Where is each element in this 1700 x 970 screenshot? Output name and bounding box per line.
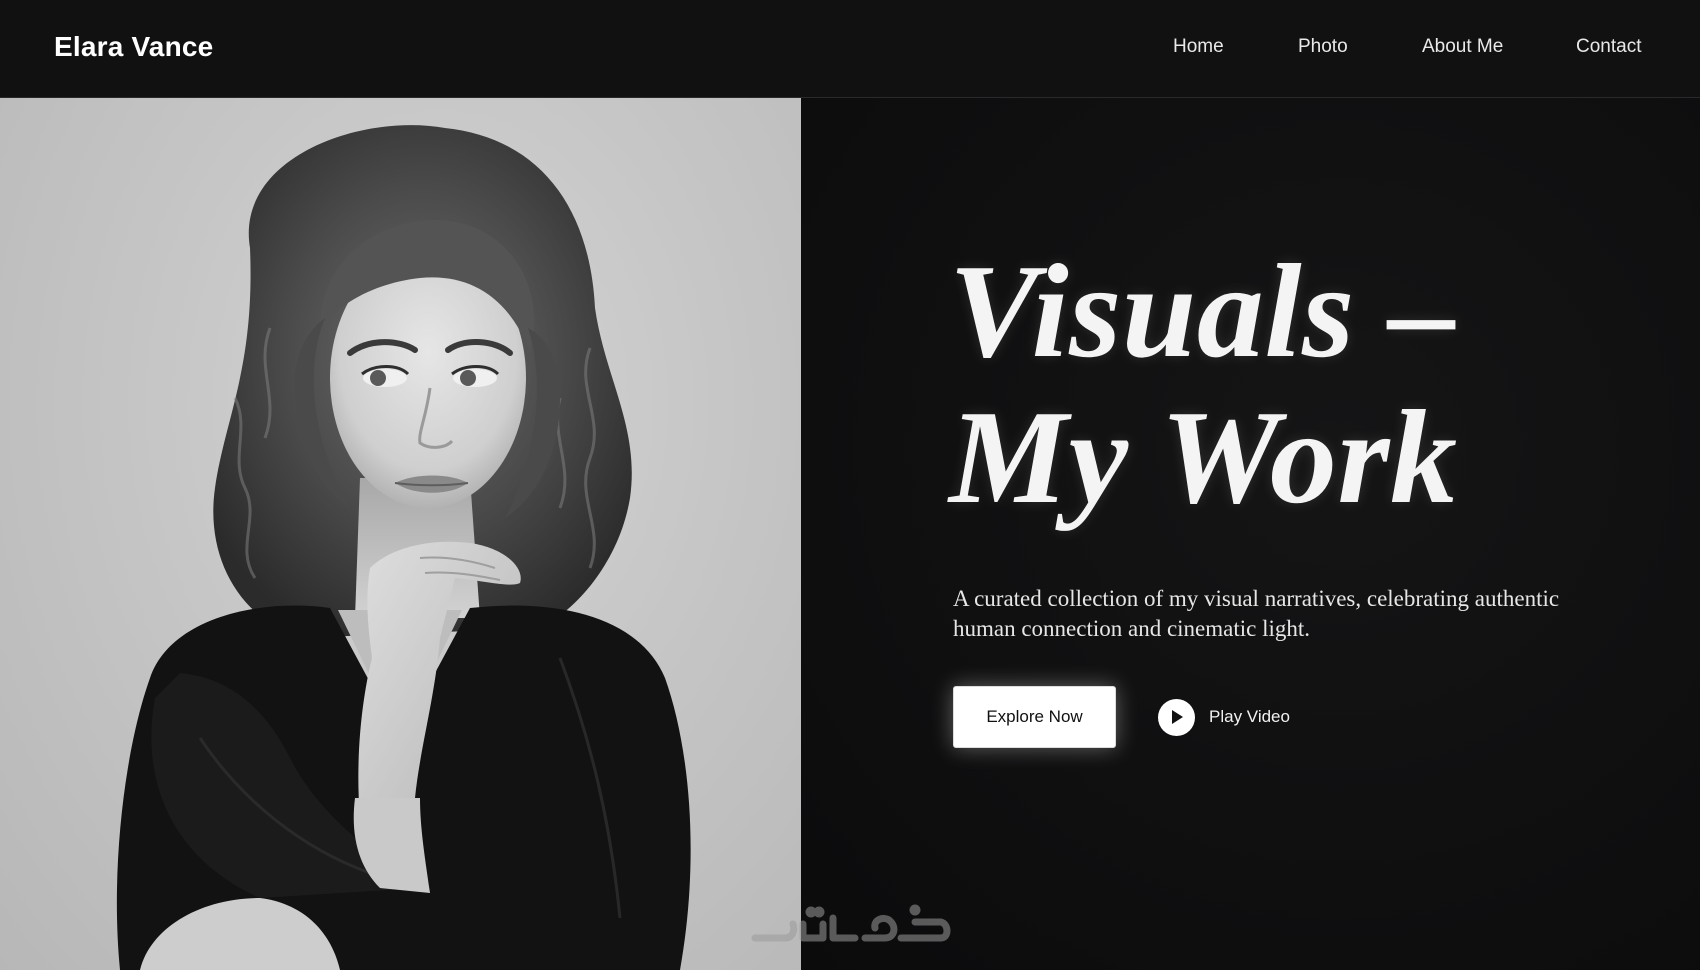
nav-item-about-me[interactable]: About Me <box>1422 34 1503 60</box>
play-video-label: Play Video <box>1209 707 1290 726</box>
nav-item-photo[interactable]: Photo <box>1298 34 1348 60</box>
watermark-logo-icon <box>751 904 951 942</box>
hero-subtitle: A curated collection of my visual narrat… <box>953 584 1653 644</box>
nav-item-contact[interactable]: Contact <box>1576 34 1641 60</box>
hero-subtitle-line2: human connection and cinematic light. <box>953 616 1311 641</box>
portrait-illustration <box>116 125 691 970</box>
top-navbar: Elara Vance Home Photo About Me Contact <box>0 0 1700 98</box>
hero-section: Visuals – My Work A curated collection o… <box>801 98 1700 970</box>
hero-subtitle-line1: A curated collection of my visual narrat… <box>953 586 1560 611</box>
play-triangle-icon <box>1171 710 1183 724</box>
page: Elara Vance Home Photo About Me Contact <box>0 0 1700 970</box>
explore-now-button[interactable]: Explore Now <box>953 686 1116 748</box>
hero-headline-line2: My Work <box>949 383 1458 531</box>
portrait-photo <box>0 98 801 970</box>
play-video-button[interactable]: Play Video <box>1158 698 1290 736</box>
hero-headline-line1: Visuals – <box>949 237 1457 385</box>
brand-logo[interactable]: Elara Vance <box>54 28 213 66</box>
nav-item-home[interactable]: Home <box>1173 34 1224 60</box>
khamsat-watermark-logo <box>745 898 955 958</box>
play-icon[interactable] <box>1158 698 1195 736</box>
hero-headline: Visuals – My Work <box>949 238 1649 530</box>
